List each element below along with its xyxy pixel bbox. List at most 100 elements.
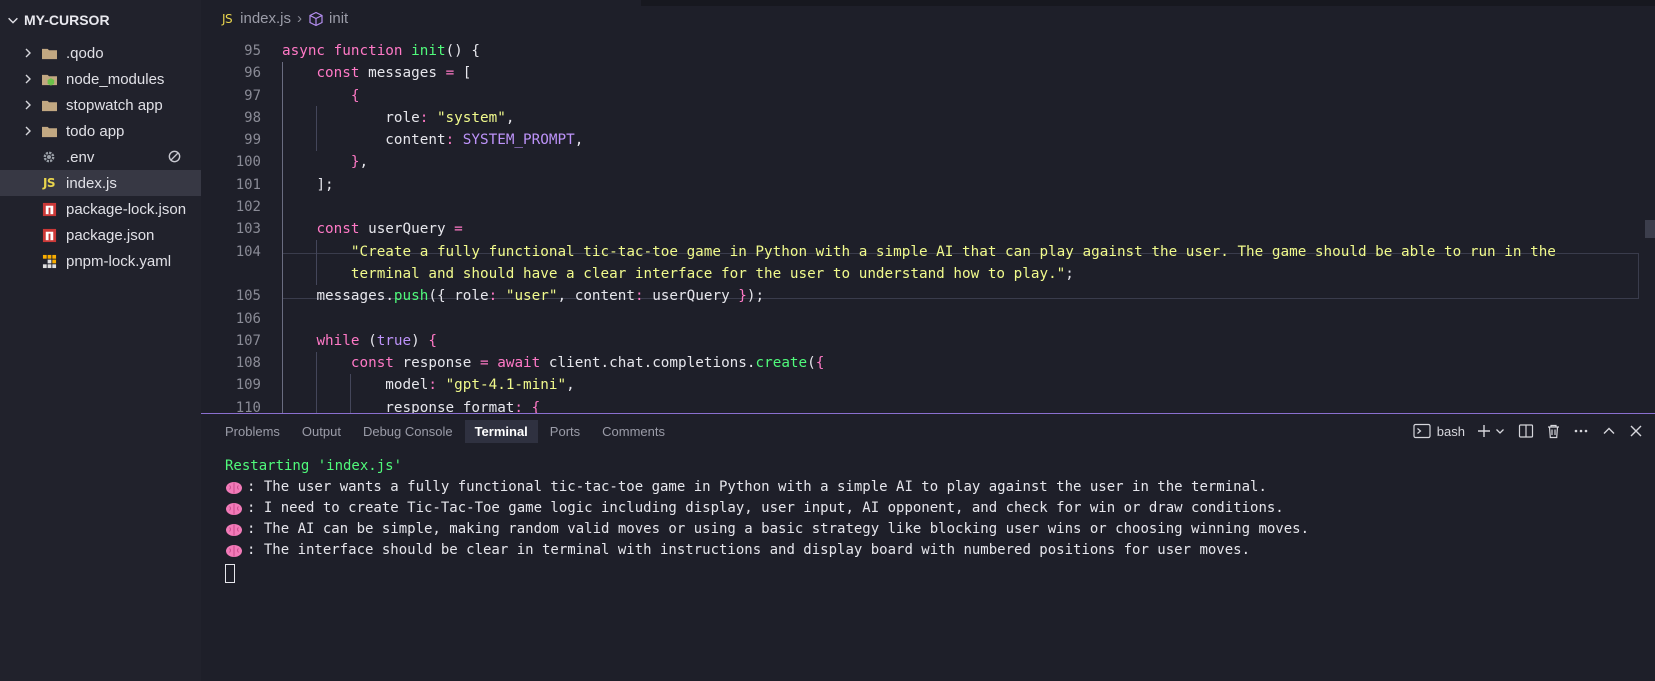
tab-ports[interactable]: Ports xyxy=(540,420,590,443)
npm-icon xyxy=(40,226,58,244)
explorer-sidebar: MY-CURSOR .qodo node_modules stopwatch app… xyxy=(0,0,201,681)
chevron-down-icon xyxy=(1496,429,1504,434)
brain-icon xyxy=(225,502,243,516)
folder-icon xyxy=(40,96,58,114)
tree-item-env[interactable]: .env xyxy=(0,144,201,170)
tab-debug-console[interactable]: Debug Console xyxy=(353,420,463,443)
code-line-99: content: SYSTEM_PROMPT, xyxy=(385,132,584,149)
code-line-105: messages.push({ role: "user", content: u… xyxy=(316,288,765,305)
file-tree: .qodo node_modules stopwatch app todo app .e… xyxy=(0,40,201,274)
panel-actions: bash xyxy=(1409,420,1647,442)
chevron-right-icon xyxy=(20,123,36,139)
brain-icon xyxy=(225,481,243,495)
tree-item-node-modules[interactable]: node_modules xyxy=(0,66,201,92)
maximize-panel-button[interactable] xyxy=(1597,420,1621,442)
method-cube-icon xyxy=(309,11,323,26)
tree-item-label: package-lock.json xyxy=(66,200,187,218)
tree-item-label: package.json xyxy=(66,226,155,244)
code-lines: async function init() { const messages =… xyxy=(282,40,1655,413)
code-line-100: }, xyxy=(350,154,369,171)
code-line-95: async function init() { xyxy=(282,43,481,59)
tab-output[interactable]: Output xyxy=(292,420,351,443)
bottom-panel: Problems Output Debug Console Terminal Ports… xyxy=(201,413,1655,681)
breadcrumb: JS index.js › init xyxy=(222,10,348,27)
tree-item-label: .env xyxy=(66,148,95,166)
terminal-line-text: : I need to create Tic-Tac-Toe game logi… xyxy=(247,500,1284,516)
tree-item-label: pnpm-lock.yaml xyxy=(66,252,172,270)
line-number: 98 xyxy=(244,109,261,126)
tree-item-package-lock-json[interactable]: package-lock.json xyxy=(0,196,201,222)
breadcrumb-symbol[interactable]: init xyxy=(329,10,348,27)
close-panel-button[interactable] xyxy=(1625,420,1647,442)
breadcrumb-separator-icon: › xyxy=(297,10,303,27)
trash-icon xyxy=(1548,424,1559,439)
tab-comments[interactable]: Comments xyxy=(592,420,675,443)
split-terminal-button[interactable] xyxy=(1514,420,1538,442)
line-number: 101 xyxy=(235,176,261,193)
line-number: 102 xyxy=(235,199,261,216)
code-line-98: role: "system", xyxy=(385,109,515,126)
line-number: 99 xyxy=(244,132,261,149)
pnpm-icon xyxy=(40,252,58,270)
line-number: 95 xyxy=(244,43,261,59)
code-line-108: const response = await client.chat.compl… xyxy=(350,355,825,372)
tree-item-label: node_modules xyxy=(66,70,165,88)
code-line-107: while (true) { xyxy=(316,332,437,349)
js-file-icon: JS xyxy=(42,176,56,190)
tab-problems[interactable]: Problems xyxy=(215,420,290,443)
tree-item-todo-app[interactable]: todo app xyxy=(0,118,201,144)
tree-item-package-json[interactable]: package.json xyxy=(0,222,201,248)
line-number: 109 xyxy=(235,377,261,394)
tree-item-label: .qodo xyxy=(66,44,104,62)
folder-icon xyxy=(40,44,58,62)
editor-breadcrumb-bar: JS index.js › init xyxy=(201,0,1655,40)
close-icon xyxy=(1630,425,1642,437)
tree-item-label: stopwatch app xyxy=(66,96,163,114)
breadcrumb-file[interactable]: index.js xyxy=(240,10,291,27)
code-editor[interactable]: 95 96 97 98 99 100 101 102 103 104 105 106 107 108 109… xyxy=(201,40,1655,413)
chevron-right-icon xyxy=(20,71,36,87)
terminal-line-text: : The user wants a fully functional tic-… xyxy=(247,479,1267,495)
terminal-line: : The user wants a fully functional tic-… xyxy=(225,477,1655,498)
terminal-profile-button[interactable]: bash xyxy=(1409,420,1469,442)
code-line-97: { xyxy=(350,87,360,104)
terminal-line-text: : The interface should be clear in termi… xyxy=(247,542,1251,558)
plus-icon xyxy=(1478,425,1490,437)
code-line-109: model: "gpt-4.1-mini", xyxy=(385,377,575,394)
chevron-up-icon xyxy=(1603,427,1615,434)
code-line-103: const userQuery = xyxy=(316,221,463,238)
line-number xyxy=(201,263,261,285)
tree-item-pnpm-lock-yaml[interactable]: pnpm-lock.yaml xyxy=(0,248,201,274)
explorer-header[interactable]: MY-CURSOR xyxy=(0,0,201,40)
tree-item-label: todo app xyxy=(66,122,125,140)
code-line-110: response_format: { xyxy=(385,399,541,413)
kill-terminal-button[interactable] xyxy=(1542,420,1565,442)
tree-item-stopwatch-app[interactable]: stopwatch app xyxy=(0,92,201,118)
tab-strip xyxy=(641,0,1655,6)
ignored-badge-icon xyxy=(167,149,183,165)
line-number: 105 xyxy=(235,288,261,305)
new-terminal-button[interactable] xyxy=(1473,420,1510,442)
tree-item-qodo[interactable]: .qodo xyxy=(0,40,201,66)
terminal-line: : The AI can be simple, making random va… xyxy=(225,519,1655,540)
tab-terminal[interactable]: Terminal xyxy=(464,419,538,443)
tree-item-index-js[interactable]: JS index.js xyxy=(0,170,201,196)
npm-icon xyxy=(40,200,58,218)
terminal-icon xyxy=(1413,423,1431,439)
gear-icon xyxy=(40,148,58,166)
code-line-104: "Create a fully functional tic-tac-toe g… xyxy=(350,243,1556,282)
brain-icon xyxy=(225,544,243,558)
terminal-cursor xyxy=(225,564,235,583)
folder-icon xyxy=(40,122,58,140)
terminal-line: : I need to create Tic-Tac-Toe game logi… xyxy=(225,498,1655,519)
chevron-right-icon xyxy=(20,97,36,113)
more-actions-button[interactable] xyxy=(1569,420,1593,442)
terminal-output[interactable]: Restarting 'index.js' : The user wants a… xyxy=(201,448,1655,583)
line-number: 97 xyxy=(244,87,261,104)
code-line-101: ]; xyxy=(316,176,334,193)
explorer-title: MY-CURSOR xyxy=(24,12,110,28)
line-number: 104 xyxy=(235,243,261,260)
chevron-right-icon xyxy=(20,45,36,61)
